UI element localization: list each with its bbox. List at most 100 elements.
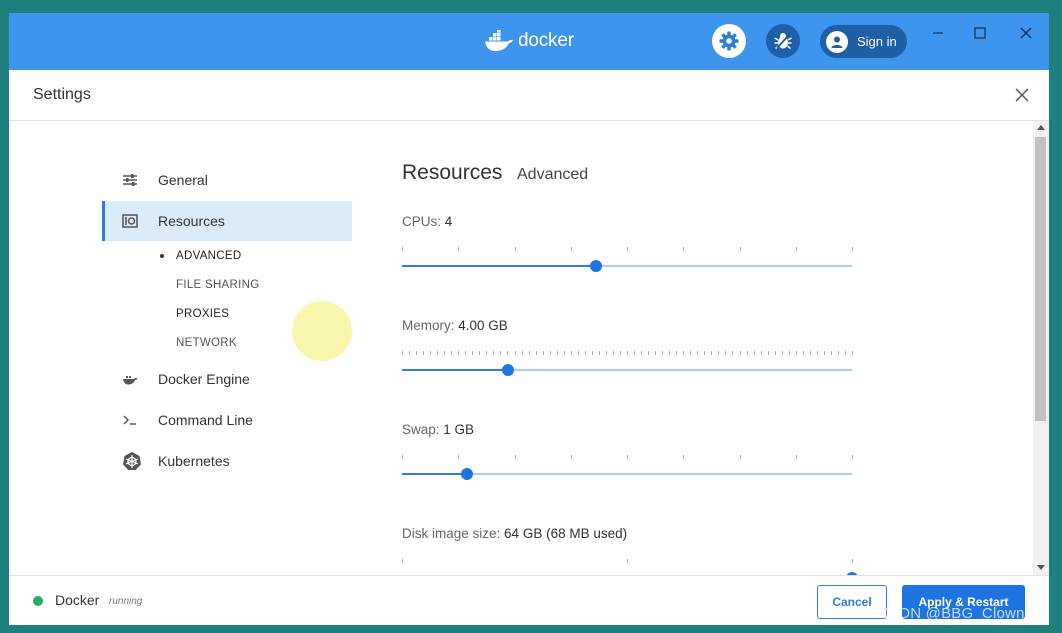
swap-slider[interactable]	[402, 455, 853, 485]
slider-tick	[740, 351, 741, 355]
subitem-file-sharing[interactable]: FILE SHARING	[176, 279, 259, 291]
subitem-network[interactable]: NETWORK	[176, 337, 237, 349]
cursor-highlight	[292, 301, 352, 361]
whale-icon	[122, 373, 152, 385]
slider-tick	[852, 351, 853, 355]
slider-tick	[585, 351, 586, 355]
slider-tick	[810, 351, 811, 355]
slider-tick	[789, 351, 790, 355]
settings-gear-button[interactable]	[712, 24, 746, 58]
maximize-button[interactable]	[968, 21, 992, 45]
slider-tick	[472, 351, 473, 355]
bug-icon	[774, 33, 792, 50]
slider-tick	[529, 351, 530, 355]
slider-tick	[564, 351, 565, 355]
slider-fill	[402, 473, 468, 475]
memory-slider[interactable]	[402, 351, 853, 381]
slider-tick	[402, 559, 403, 563]
slider-tick	[458, 247, 459, 251]
slider-tick	[796, 455, 797, 459]
slider-tick	[444, 351, 445, 355]
cancel-button[interactable]: Cancel	[817, 585, 887, 619]
slider-tick	[557, 351, 558, 355]
content-scrollbar[interactable]	[1033, 121, 1049, 575]
sidebar-item-docker-engine[interactable]: Docker Engine	[102, 359, 352, 399]
slider-tick	[613, 351, 614, 355]
docker-desktop-window: docker Sign in Settings General Resource…	[9, 13, 1049, 625]
sidebar-item-kubernetes[interactable]: Kubernetes	[102, 441, 352, 481]
settings-close-button[interactable]	[1011, 84, 1033, 106]
subitem-proxies[interactable]: PROXIES	[176, 308, 229, 320]
slider-tick	[515, 455, 516, 459]
slider-tick	[578, 351, 579, 355]
slider-tick	[550, 351, 551, 355]
tab-resources[interactable]: Resources	[402, 161, 502, 185]
sidebar-item-general[interactable]: General	[102, 160, 352, 200]
slider-thumb[interactable]	[461, 468, 474, 480]
slider-tick	[416, 351, 417, 355]
terminal-icon	[122, 414, 152, 426]
settings-header: Settings	[9, 70, 1049, 121]
slider-tick	[486, 351, 487, 355]
slider-thumb[interactable]	[589, 260, 602, 272]
slider-tick	[803, 351, 804, 355]
slider-tick	[479, 351, 480, 355]
page-title: Settings	[33, 86, 91, 103]
close-icon	[1020, 27, 1032, 39]
status-indicator-dot	[33, 596, 43, 606]
slider-tick	[627, 559, 628, 563]
slider-fill	[402, 265, 596, 267]
gear-icon	[719, 31, 739, 51]
status-state: running	[109, 596, 143, 607]
slider-fill	[402, 369, 508, 371]
slider-tick	[641, 351, 642, 355]
cpus-label: CPUs: 4	[402, 214, 452, 229]
window-close-button[interactable]	[1014, 21, 1038, 45]
slider-tick	[683, 455, 684, 459]
slider-tick	[493, 351, 494, 355]
slider-tick	[515, 351, 516, 355]
scroll-up-arrow-icon[interactable]	[1037, 125, 1045, 130]
slider-tick	[817, 351, 818, 355]
sidebar-item-label: General	[158, 172, 208, 188]
sidebar-item-resources[interactable]: Resources	[102, 201, 352, 241]
memory-label-text: Memory:	[402, 318, 455, 333]
slider-tick	[796, 351, 797, 355]
tab-advanced[interactable]: Advanced	[517, 166, 588, 184]
minimize-button[interactable]	[926, 21, 950, 45]
slider-tick	[655, 351, 656, 355]
slider-tick	[676, 351, 677, 355]
title-bar: docker Sign in	[9, 13, 1049, 70]
slider-tick	[782, 351, 783, 355]
sidebar-item-command-line[interactable]: Command Line	[102, 400, 352, 440]
docker-whale-icon	[485, 30, 513, 51]
troubleshoot-button[interactable]	[766, 24, 800, 58]
slider-tick	[838, 351, 839, 355]
sign-in-button[interactable]: Sign in	[820, 25, 907, 58]
slider-tick	[627, 455, 628, 459]
slider-tick	[740, 455, 741, 459]
slider-thumb[interactable]	[501, 364, 514, 376]
slider-tick	[507, 351, 508, 355]
slider-tick	[592, 351, 593, 355]
slider-tick	[683, 247, 684, 251]
helm-icon	[122, 451, 152, 471]
slider-tick	[796, 247, 797, 251]
slider-tick	[458, 455, 459, 459]
memory-value: 4.00 GB	[458, 318, 508, 333]
slider-tick	[522, 351, 523, 355]
sliders-icon	[122, 173, 152, 187]
scrollbar-thumb[interactable]	[1035, 137, 1046, 421]
slider-tick	[620, 351, 621, 355]
cpus-slider[interactable]	[402, 247, 853, 277]
slider-tick	[824, 351, 825, 355]
slider-tick	[627, 351, 628, 355]
minimize-icon	[933, 32, 943, 34]
cpus-value: 4	[444, 214, 453, 229]
scroll-down-arrow-icon[interactable]	[1037, 565, 1045, 570]
slider-tick	[711, 351, 712, 355]
swap-label: Swap: 1 GB	[402, 422, 474, 437]
active-subitem-bullet	[160, 254, 164, 258]
subitem-advanced[interactable]: ADVANCED	[176, 250, 241, 262]
slider-tick	[437, 351, 438, 355]
